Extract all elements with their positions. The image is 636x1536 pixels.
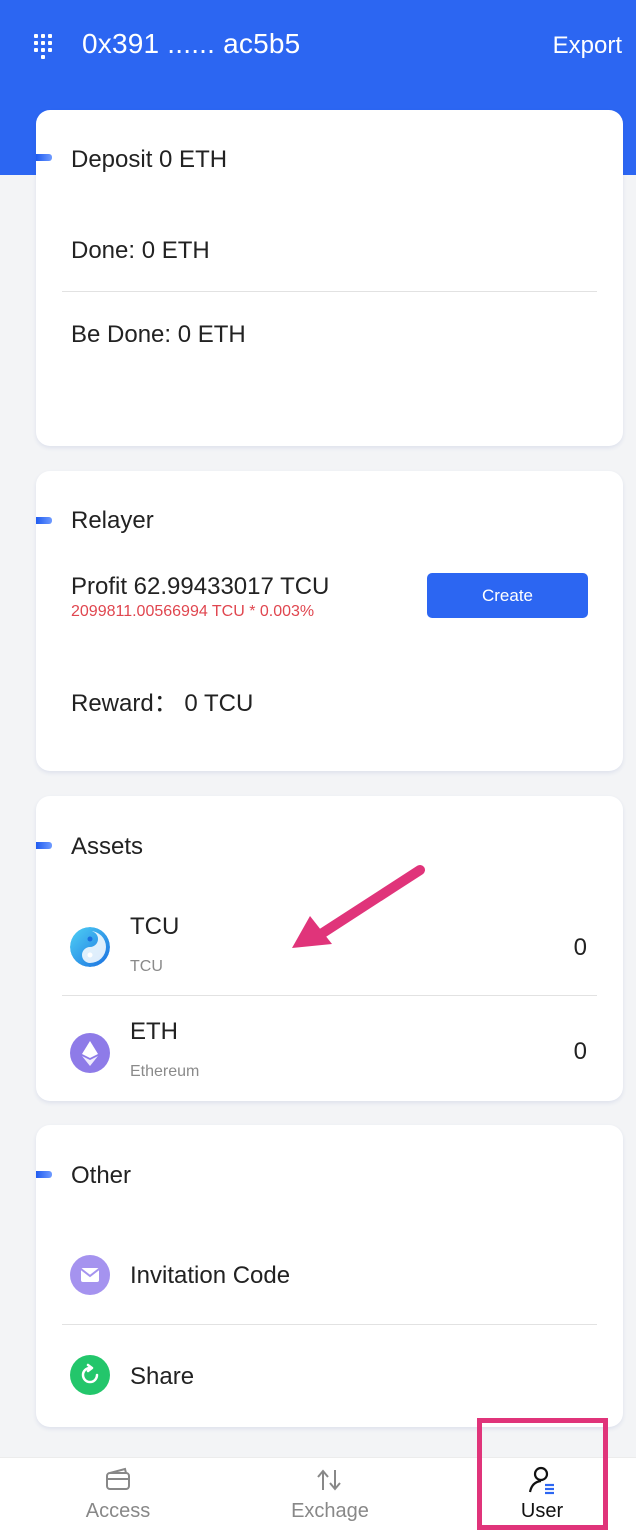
tcu-coin-icon: [70, 927, 110, 967]
divider: [62, 291, 597, 292]
deposit-done: Done: 0 ETH: [71, 237, 210, 264]
section-marker: [36, 842, 52, 849]
tab-access[interactable]: Access: [38, 1458, 198, 1536]
section-marker: [36, 154, 52, 161]
other-item-label: Invitation Code: [130, 1262, 291, 1289]
section-marker: [36, 1171, 52, 1178]
relayer-profit: Profit 62.99433017 TCU: [71, 573, 330, 600]
bottom-tab-bar: Access Exchage User: [0, 1457, 636, 1536]
create-button[interactable]: Create: [427, 573, 588, 618]
header: 0x391 ...... ac5b5 Export: [0, 18, 636, 78]
asset-subtitle: Ethereum: [130, 1063, 200, 1080]
section-marker: [36, 517, 52, 524]
relayer-profit-formula: 2099811.00566994 TCU * 0.003%: [71, 603, 315, 620]
divider: [62, 1324, 597, 1325]
tab-user[interactable]: User: [462, 1458, 622, 1536]
wallet-icon: [106, 1467, 130, 1490]
other-title: Other: [71, 1162, 132, 1189]
asset-balance: 0: [573, 934, 587, 961]
grid-menu-icon[interactable]: [34, 34, 58, 60]
other-item-label: Share: [130, 1363, 195, 1390]
tab-label: Exchage: [291, 1500, 369, 1522]
user-icon: [528, 1466, 554, 1495]
relayer-reward: Reward： 0 TCU: [71, 690, 254, 717]
tab-exchage[interactable]: Exchage: [250, 1458, 410, 1536]
deposit-be-done: Be Done: 0 ETH: [71, 321, 246, 348]
asset-name: TCU: [130, 913, 180, 940]
relayer-title: Relayer: [71, 507, 154, 534]
assets-title: Assets: [71, 833, 144, 860]
asset-subtitle: TCU: [130, 958, 163, 975]
tab-label: User: [520, 1500, 564, 1522]
wallet-address: 0x391 ...... ac5b5: [82, 28, 301, 59]
other-card: Other Invitation Code Share: [36, 1125, 623, 1427]
asset-balance: 0: [573, 1038, 587, 1065]
share-icon: [70, 1355, 110, 1395]
envelope-icon: [70, 1255, 110, 1295]
deposit-title: Deposit 0 ETH: [71, 146, 228, 173]
divider: [62, 995, 597, 996]
swap-arrows-icon: [317, 1469, 341, 1491]
relayer-card: Relayer Profit 62.99433017 TCU 2099811.0…: [36, 471, 623, 771]
tab-label: Access: [85, 1500, 151, 1522]
asset-name: ETH: [130, 1018, 178, 1045]
annotation-arrow-icon: [292, 865, 425, 948]
deposit-card: Deposit 0 ETH Done: 0 ETH Be Done: 0 ETH: [36, 110, 623, 446]
eth-coin-icon: [70, 1033, 110, 1073]
export-button[interactable]: Export: [553, 32, 622, 60]
